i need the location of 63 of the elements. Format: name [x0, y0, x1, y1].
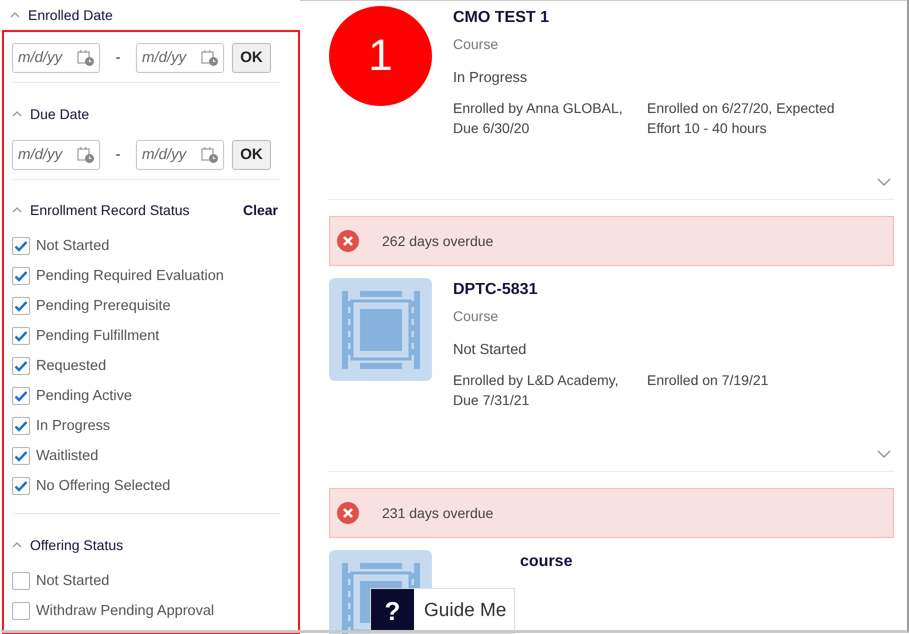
- overdue-text: 262 days overdue: [382, 233, 494, 249]
- date-field[interactable]: m/d/yy: [136, 140, 224, 170]
- checkbox[interactable]: [12, 356, 30, 375]
- range-separator: -: [114, 49, 122, 66]
- enrolled-on-text: Enrolled on 7/19/21: [647, 371, 770, 390]
- course-title[interactable]: DPTC-5831: [453, 281, 538, 299]
- checkbox-label[interactable]: Pending Prerequisite: [36, 298, 171, 314]
- overdue-text: 231 days overdue: [382, 505, 494, 521]
- checkbox[interactable]: [12, 602, 30, 620]
- course-title[interactable]: course: [520, 553, 572, 571]
- enrolled-by-text: Enrolled by L&D Academy, Due 7/31/21: [453, 371, 620, 410]
- checkbox-label[interactable]: Pending Active: [36, 388, 132, 404]
- checkbox[interactable]: [12, 476, 30, 495]
- enrolled-on-text: Enrolled on 6/27/20, Expected Effort 10 - 40 hours: [647, 99, 836, 138]
- checkbox[interactable]: [12, 266, 30, 285]
- range-separator: -: [114, 146, 122, 164]
- caret-icon[interactable]: [12, 541, 22, 548]
- checkbox-label[interactable]: Requested: [36, 358, 106, 374]
- film-icon: [342, 290, 420, 368]
- date-field[interactable]: m/d/yy: [136, 42, 224, 73]
- calendar-icon[interactable]: [77, 146, 95, 164]
- checkbox-label[interactable]: Pending Required Evaluation: [36, 268, 224, 284]
- checkbox[interactable]: [12, 416, 30, 435]
- checkbox-label[interactable]: Not Started: [36, 238, 110, 254]
- checkbox[interactable]: [12, 386, 30, 405]
- checkbox-label[interactable]: In Progress: [36, 418, 110, 434]
- filter-heading[interactable]: Offering Status: [30, 536, 278, 553]
- course-status: In Progress: [453, 70, 528, 86]
- error-icon: [337, 230, 359, 252]
- checkbox[interactable]: [12, 572, 30, 590]
- error-icon: [337, 502, 359, 524]
- enrolled-by-text: Enrolled by Anna GLOBAL, Due 6/30/20: [453, 99, 624, 138]
- expand-chevron-icon[interactable]: [877, 450, 891, 459]
- calendar-icon[interactable]: [201, 48, 219, 67]
- course-number-badge: 1: [329, 6, 432, 106]
- checkbox[interactable]: [12, 236, 30, 255]
- ok-button[interactable]: OK: [232, 140, 271, 170]
- checkbox[interactable]: [12, 296, 30, 315]
- checkbox-label[interactable]: Withdraw Pending Approval: [36, 602, 214, 619]
- caret-icon[interactable]: [10, 11, 20, 18]
- checkbox-label[interactable]: Waitlisted: [36, 448, 98, 464]
- course-type: Course: [453, 36, 498, 52]
- caret-icon[interactable]: [12, 206, 22, 214]
- calendar-icon[interactable]: [77, 48, 95, 67]
- checkbox-label[interactable]: No Offering Selected: [36, 478, 170, 494]
- expand-chevron-icon[interactable]: [877, 178, 891, 187]
- course-title[interactable]: CMO TEST 1: [453, 9, 550, 27]
- checkbox[interactable]: [12, 326, 30, 345]
- clear-link[interactable]: Clear: [242, 202, 278, 218]
- guide-me-button[interactable]: ? Guide Me: [370, 588, 516, 634]
- course-type: Course: [453, 308, 498, 324]
- calendar-icon[interactable]: [201, 146, 219, 164]
- filter-heading[interactable]: Enrolled Date: [28, 6, 300, 23]
- checkbox-label[interactable]: Pending Fulfillment: [36, 328, 160, 344]
- ok-button[interactable]: OK: [232, 42, 271, 73]
- checkbox[interactable]: [12, 446, 30, 465]
- course-status: Not Started: [453, 342, 526, 358]
- filter-heading[interactable]: Enrollment Record Status: [30, 202, 235, 218]
- date-field[interactable]: m/d/yy: [12, 42, 100, 73]
- date-field[interactable]: m/d/yy: [12, 140, 100, 170]
- filter-heading[interactable]: Due Date: [30, 106, 278, 122]
- caret-icon[interactable]: [12, 110, 22, 118]
- checkbox-label[interactable]: Not Started: [36, 572, 110, 589]
